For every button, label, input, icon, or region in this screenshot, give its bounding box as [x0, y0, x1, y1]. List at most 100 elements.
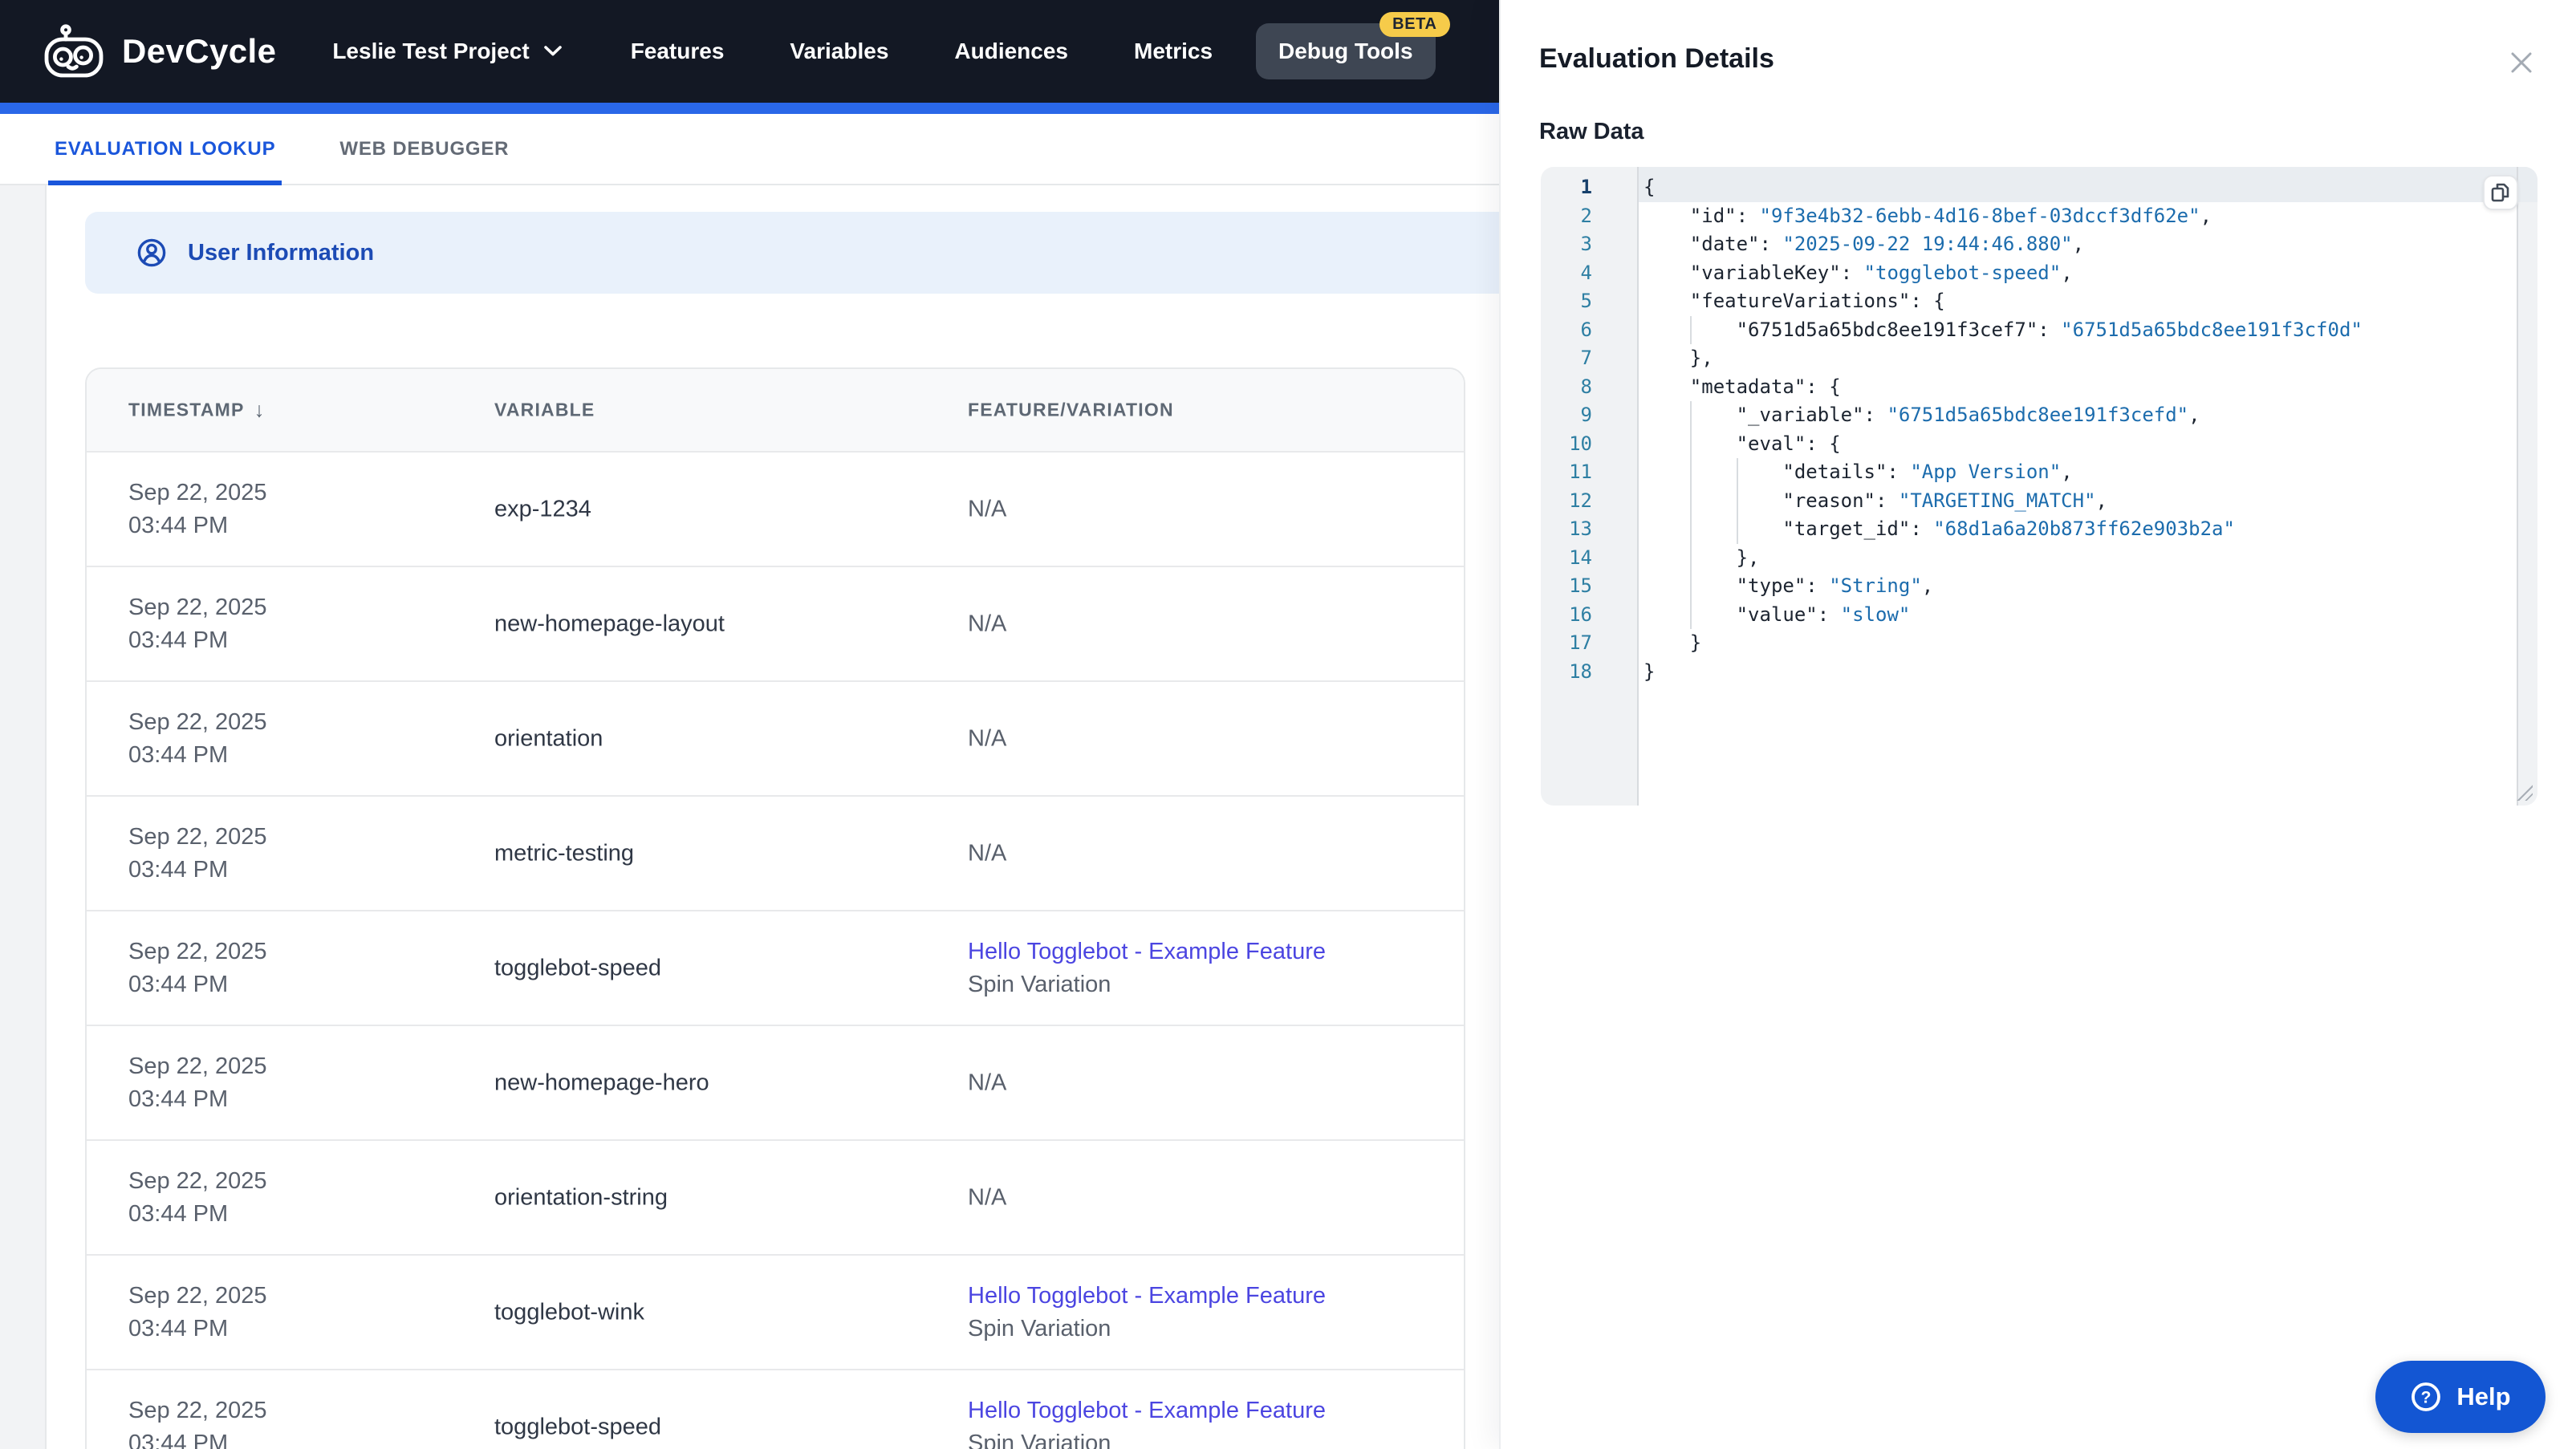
code-line: }	[1644, 660, 1656, 683]
feature-na: N/A	[968, 840, 1007, 866]
feature-variation-cell: N/A	[968, 1181, 1006, 1214]
variable-cell: togglebot-wink	[494, 1299, 644, 1325]
line-number: 18	[1569, 660, 1592, 683]
help-label: Help	[2456, 1382, 2511, 1410]
line-number-gutter: 1 2 3 4 5 6 7 8 9 10 11 12 13 14 15 16 17 18	[1541, 173, 1637, 686]
column-header-timestamp[interactable]: TIMESTAMP ↓	[128, 398, 266, 423]
timestamp-cell: Sep 22, 2025 03:44 PM	[128, 1397, 267, 1449]
code-line: "date": "2025-09-22 19:44:46.880",	[1644, 233, 2085, 255]
user-circle-icon	[137, 238, 166, 267]
copy-code-button[interactable]	[2483, 175, 2518, 210]
line-number: 16	[1569, 603, 1592, 626]
table-row[interactable]: Sep 22, 2025 03:44 PM togglebot-speed Hello…	[87, 1370, 1464, 1449]
table-row[interactable]: Sep 22, 2025 03:44 PM new-homepage-layout N…	[87, 567, 1464, 682]
feature-variation-cell: N/A	[968, 493, 1006, 526]
variable-cell: orientation	[494, 725, 603, 751]
code-line: "6751d5a65bdc8ee191f3cef7": "6751d5a65bd…	[1639, 315, 2517, 344]
timestamp-cell: Sep 22, 2025 03:44 PM	[128, 1282, 267, 1341]
line-number: 7	[1580, 347, 1592, 369]
evaluation-table: TIMESTAMP ↓ VARIABLE FEATURE/VARIATION S…	[85, 367, 1465, 1449]
svg-text:?: ?	[2421, 1388, 2432, 1406]
tab-evaluation-lookup[interactable]: EVALUATION LOOKUP	[48, 114, 282, 185]
help-button[interactable]: ? Help	[2375, 1361, 2546, 1433]
table-row[interactable]: Sep 22, 2025 03:44 PM new-homepage-hero N/A	[87, 1026, 1464, 1141]
table-row[interactable]: Sep 22, 2025 03:44 PM togglebot-speed Hello…	[87, 911, 1464, 1026]
timestamp-cell: Sep 22, 2025 03:44 PM	[128, 823, 267, 883]
code-line: "type": "String",	[1639, 572, 2517, 601]
logo-wordmark: DevCycle	[122, 32, 277, 70]
devcycle-logo[interactable]: DevCycle	[43, 24, 276, 79]
project-selector-label: Leslie Test Project	[332, 39, 530, 63]
line-number: 10	[1569, 432, 1592, 455]
nav-item-variables[interactable]: Variables	[790, 39, 888, 64]
code-line: "variableKey": "togglebot-speed",	[1644, 261, 2073, 284]
feature-na: N/A	[968, 1070, 1007, 1095]
indent-guide	[1689, 401, 1692, 430]
table-row[interactable]: Sep 22, 2025 03:44 PM metric-testing N/A	[87, 797, 1464, 911]
line-number: 4	[1580, 261, 1592, 284]
feature-link[interactable]: Hello Togglebot - Example Feature	[968, 936, 1326, 968]
indent-guide	[1689, 515, 1692, 544]
variable-cell: orientation-string	[494, 1184, 668, 1210]
project-selector[interactable]: Leslie Test Project	[332, 39, 562, 64]
user-information-label: User Information	[188, 239, 375, 266]
table-body: Sep 22, 2025 03:44 PM exp-1234 N/A Sep 22, 2…	[87, 453, 1464, 1449]
line-number: 3	[1580, 233, 1592, 255]
feature-variation-cell: N/A	[968, 722, 1006, 755]
feature-link[interactable]: Hello Togglebot - Example Feature	[968, 1280, 1326, 1313]
indent-guide	[1736, 515, 1738, 544]
tab-web-debugger[interactable]: WEB DEBUGGER	[333, 114, 515, 184]
feature-variation-cell: N/A	[968, 1066, 1006, 1099]
line-number: 11	[1569, 461, 1592, 483]
question-circle-icon: ?	[2411, 1382, 2441, 1411]
line-number: 15	[1569, 574, 1592, 597]
timestamp-cell: Sep 22, 2025 03:44 PM	[128, 938, 267, 997]
table-row[interactable]: Sep 22, 2025 03:44 PM orientation N/A	[87, 682, 1464, 797]
variation-label: Spin Variation	[968, 1315, 1111, 1341]
timestamp-cell: Sep 22, 2025 03:44 PM	[128, 479, 267, 538]
indent-guide	[1689, 600, 1692, 629]
indent-guide	[1689, 572, 1692, 601]
resize-handle[interactable]	[2517, 785, 2533, 801]
indent-guide	[1736, 486, 1738, 515]
timestamp-cell: Sep 22, 2025 03:44 PM	[128, 594, 267, 653]
code-line: "id": "9f3e4b32-6ebb-4d16-8bef-03dccf3df…	[1644, 204, 2212, 227]
line-number: 6	[1580, 318, 1592, 341]
code-line: },	[1644, 347, 1713, 369]
feature-link[interactable]: Hello Togglebot - Example Feature	[968, 1394, 1326, 1427]
table-row[interactable]: Sep 22, 2025 03:44 PM orientation-string N/…	[87, 1141, 1464, 1256]
variable-cell: new-homepage-layout	[494, 611, 725, 636]
page: DevCycle Leslie Test Project Features Var…	[0, 0, 2576, 1449]
code-content: { "id": "9f3e4b32-6ebb-4d16-8bef-03dccf3…	[1639, 173, 2517, 686]
indent-guide	[1689, 486, 1692, 515]
code-line: }	[1644, 631, 1702, 654]
close-panel-button[interactable]	[2505, 47, 2537, 79]
indent-guide	[1689, 458, 1692, 487]
line-number: 12	[1569, 489, 1592, 512]
code-line: "details": "App Version",	[1639, 458, 2517, 487]
code-line: "metadata": {	[1644, 375, 1841, 398]
code-line: "_variable": "6751d5a65bdc8ee191f3cefd",	[1639, 401, 2517, 430]
feature-variation-cell: N/A	[968, 607, 1006, 640]
variable-cell: new-homepage-hero	[494, 1070, 709, 1095]
nav-item-metrics[interactable]: Metrics	[1134, 39, 1213, 64]
line-number: 2	[1580, 204, 1592, 227]
line-number: 13	[1569, 518, 1592, 540]
copy-icon	[2491, 183, 2509, 202]
panel-title: Evaluation Details	[1539, 43, 1774, 74]
nav-item-features[interactable]: Features	[631, 39, 725, 64]
line-number: 9	[1580, 404, 1592, 426]
devcycle-robot-icon	[44, 24, 104, 78]
line-number: 8	[1580, 375, 1592, 398]
variable-cell: togglebot-speed	[494, 1414, 661, 1439]
feature-na: N/A	[968, 611, 1007, 636]
nav-item-audiences[interactable]: Audiences	[954, 39, 1068, 64]
table-row[interactable]: Sep 22, 2025 03:44 PM togglebot-wink Hello …	[87, 1256, 1464, 1370]
code-line: },	[1639, 543, 2517, 572]
code-line: "eval": {	[1639, 429, 2517, 458]
table-row[interactable]: Sep 22, 2025 03:44 PM exp-1234 N/A	[87, 453, 1464, 567]
feature-na: N/A	[968, 496, 1007, 522]
raw-data-heading: Raw Data	[1539, 119, 1644, 144]
raw-data-code-block: 1 2 3 4 5 6 7 8 9 10 11 12 13 14 15 16 17 18 { "id": "9f3…	[1541, 167, 2537, 806]
column-header-variable: VARIABLE	[494, 399, 595, 420]
